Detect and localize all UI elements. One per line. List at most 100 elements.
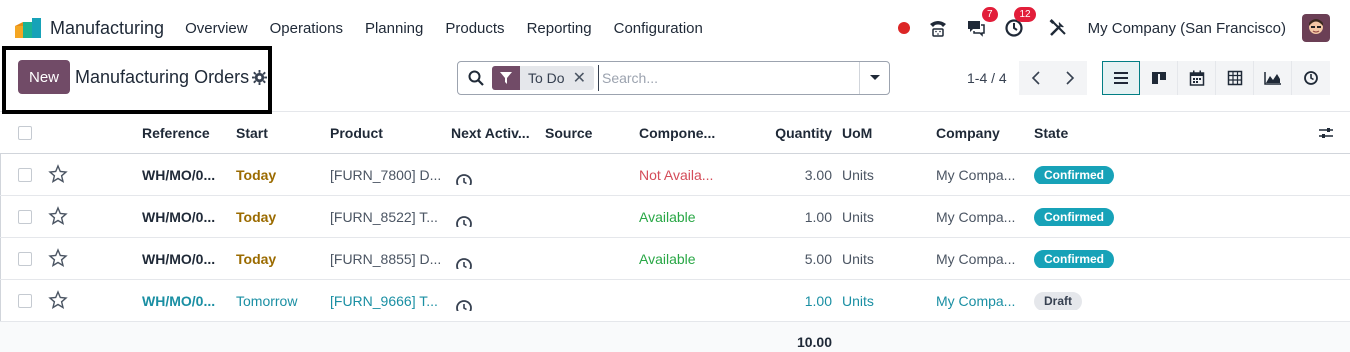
graph-view-button[interactable] [1254, 61, 1292, 95]
table-row[interactable]: WH/MO/0... Today [FURN_7800] D... Not Av… [0, 154, 1350, 196]
phone-icon[interactable] [926, 16, 950, 40]
app-name: Manufacturing [50, 17, 165, 38]
kanban-view-icon [1151, 72, 1166, 84]
pivot-view-button[interactable] [1216, 61, 1254, 95]
menu-planning[interactable]: Planning [365, 20, 423, 37]
list-view-button[interactable] [1102, 61, 1140, 95]
row-component-status: Not Availa... [639, 167, 714, 183]
manufacturing-app-icon [14, 17, 42, 39]
search-icon[interactable] [468, 70, 484, 86]
column-state[interactable]: State [1034, 112, 1068, 154]
menu-operations[interactable]: Operations [270, 20, 343, 37]
row-product: [FURN_8855] D... [330, 251, 442, 267]
select-all-checkbox[interactable] [18, 126, 32, 140]
search-bar: To Do ✕ [457, 61, 890, 95]
row-quantity: 1.00 [804, 209, 832, 225]
kanban-view-button[interactable] [1140, 61, 1178, 95]
row-company: My Compa... [936, 293, 1016, 309]
row-company: My Compa... [936, 209, 1016, 225]
facet-label: To Do [528, 70, 565, 86]
highlight-box [2, 46, 272, 114]
activity-clock-icon[interactable] [455, 291, 473, 311]
star-icon[interactable] [48, 164, 68, 187]
state-pill: Confirmed [1034, 250, 1114, 268]
column-product[interactable]: Product [330, 112, 383, 154]
state-pill: Confirmed [1034, 166, 1114, 184]
search-options-toggle[interactable] [859, 62, 889, 94]
app-brand[interactable]: Manufacturing [14, 17, 164, 39]
table-header: Reference Start Product Next Activ... So… [0, 112, 1350, 154]
activity-clock-icon[interactable] [455, 207, 473, 227]
row-product: [FURN_9666] T... [330, 293, 438, 309]
activity-clock-icon[interactable]: 12 [1002, 7, 1036, 40]
chevron-left-icon [1031, 71, 1040, 85]
pager-next-button[interactable] [1053, 61, 1087, 95]
row-component-status [639, 280, 739, 322]
user-avatar[interactable] [1302, 14, 1330, 42]
star-icon[interactable] [48, 248, 68, 271]
row-reference: WH/MO/0... [142, 293, 216, 309]
column-quantity[interactable]: Quantity [772, 112, 832, 154]
row-start: Today [236, 251, 277, 267]
column-reference[interactable]: Reference [142, 112, 210, 154]
table-row[interactable]: WH/MO/0... Today [FURN_8522] T... Availa… [0, 196, 1350, 238]
pivot-view-icon [1227, 70, 1242, 86]
clock-icon [1304, 71, 1318, 85]
status-badge: Draft [1034, 290, 1083, 310]
activities-badge: 12 [1014, 7, 1036, 22]
row-uom: Units [842, 251, 874, 267]
messages-badge: 7 [982, 7, 998, 22]
orders-table: Reference Start Product Next Activ... So… [0, 112, 1350, 352]
table-row[interactable]: WH/MO/0... Tomorrow [FURN_9666] T... 1.0… [0, 280, 1350, 322]
column-next-activity[interactable]: Next Activ... [451, 112, 530, 154]
calendar-view-button[interactable] [1178, 61, 1216, 95]
state-pill: Confirmed [1034, 208, 1114, 226]
row-uom: Units [842, 167, 874, 183]
tools-icon[interactable] [1046, 16, 1070, 40]
search-input[interactable] [597, 65, 853, 91]
star-icon[interactable] [48, 290, 68, 313]
row-checkbox[interactable] [18, 210, 32, 224]
pager-value[interactable]: 1-4 / 4 [967, 70, 1007, 86]
column-uom[interactable]: UoM [842, 112, 872, 154]
column-company[interactable]: Company [936, 112, 1000, 154]
menu-products[interactable]: Products [445, 20, 504, 37]
company-switcher[interactable]: My Company (San Francisco) [1088, 20, 1286, 37]
search-facet: To Do ✕ [492, 66, 594, 90]
row-quantity: 1.00 [804, 293, 832, 309]
row-checkbox[interactable] [18, 252, 32, 266]
remove-facet-icon[interactable]: ✕ [573, 68, 594, 88]
column-component[interactable]: Compone... [639, 112, 715, 154]
menu-reporting[interactable]: Reporting [527, 20, 592, 37]
row-checkbox[interactable] [18, 294, 32, 308]
filter-icon [492, 66, 520, 90]
systray: 7 12 My Company (San Francisco) [897, 0, 1330, 56]
recording-dot-icon[interactable] [897, 22, 910, 34]
menu-overview[interactable]: Overview [185, 20, 248, 37]
table-footer: 10.00 [0, 322, 1350, 352]
activity-view-button[interactable] [1292, 61, 1330, 95]
status-badge: Confirmed [1034, 206, 1114, 226]
chat-icon[interactable]: 7 [964, 7, 998, 40]
row-product: [FURN_8522] T... [330, 209, 438, 225]
pager-previous-button[interactable] [1019, 61, 1053, 95]
row-quantity: 3.00 [804, 167, 832, 183]
view-switcher [1102, 61, 1330, 95]
column-start[interactable]: Start [236, 112, 268, 154]
total-quantity: 10.00 [796, 334, 832, 350]
activity-clock-icon[interactable] [455, 165, 473, 185]
optional-columns-icon[interactable] [1318, 125, 1334, 141]
activity-clock-icon[interactable] [455, 249, 473, 269]
row-uom: Units [842, 293, 874, 309]
row-company: My Compa... [936, 251, 1016, 267]
table-row[interactable]: WH/MO/0... Today [FURN_8855] D... Availa… [0, 238, 1350, 280]
calendar-view-icon [1189, 70, 1204, 86]
column-source[interactable]: Source [545, 112, 592, 154]
area-chart-icon [1263, 72, 1281, 85]
menu-configuration[interactable]: Configuration [614, 20, 703, 37]
row-start: Today [236, 209, 277, 225]
star-icon[interactable] [48, 206, 68, 229]
status-badge: Confirmed [1034, 164, 1114, 184]
row-checkbox[interactable] [18, 168, 32, 182]
row-company: My Compa... [936, 167, 1016, 183]
